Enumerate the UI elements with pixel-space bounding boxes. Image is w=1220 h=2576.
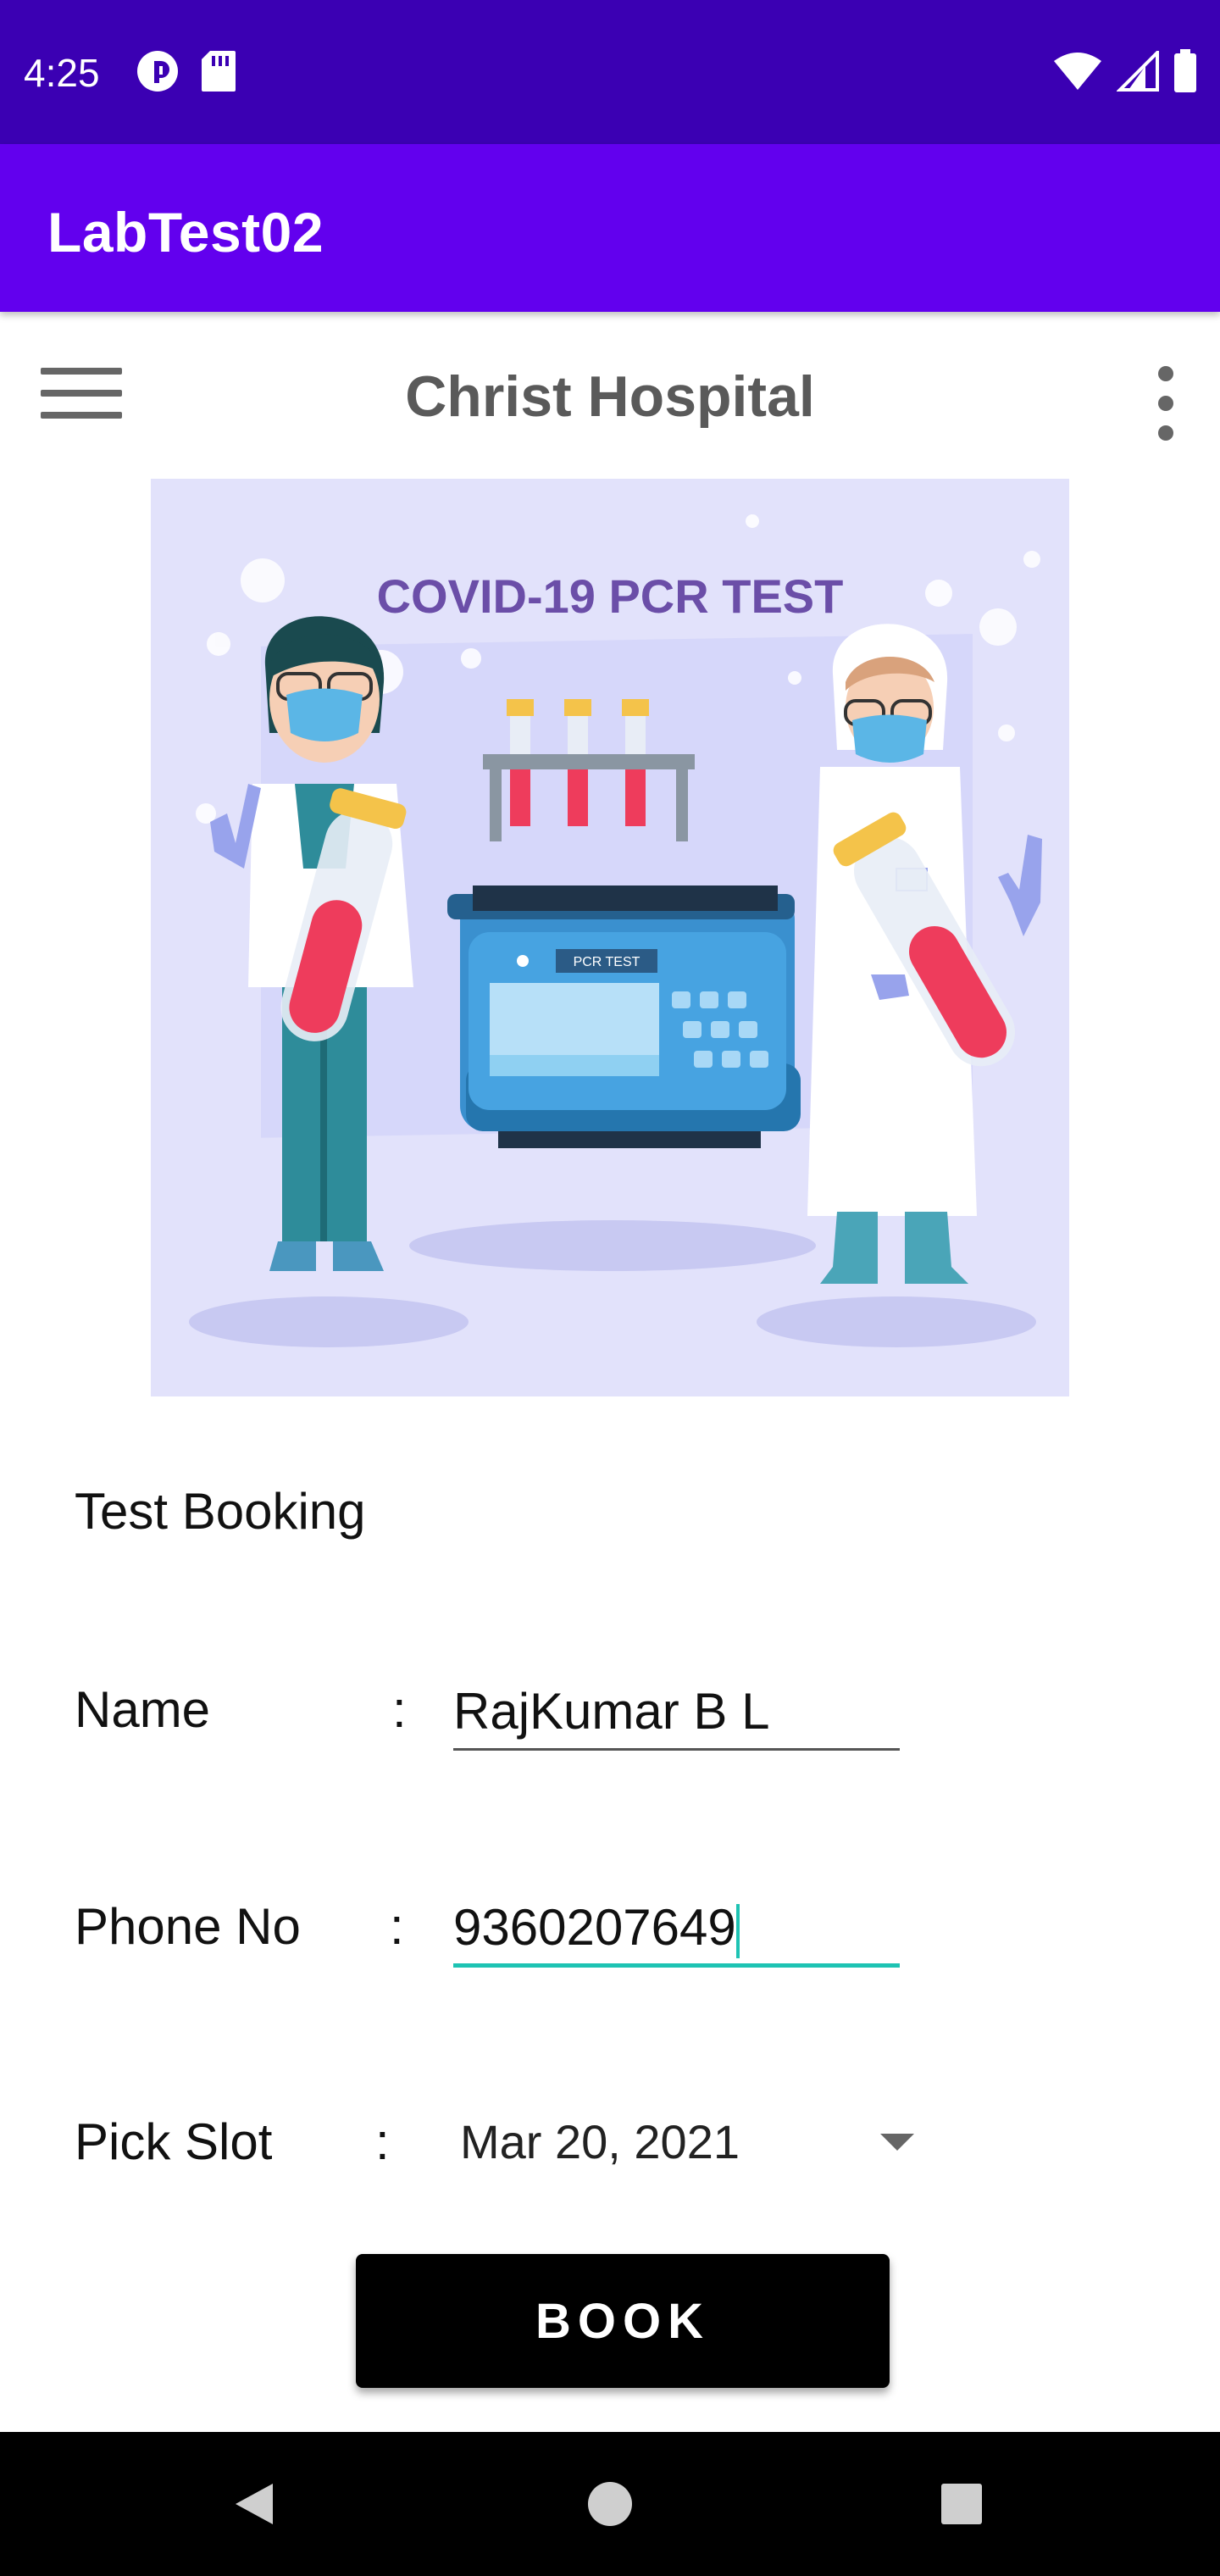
cellular-signal-icon xyxy=(1116,48,1159,96)
text-cursor xyxy=(735,1904,740,1959)
more-vert-icon[interactable] xyxy=(1145,363,1186,444)
sd-card-icon xyxy=(200,49,237,97)
status-right-icons xyxy=(1052,48,1198,97)
name-label: Name xyxy=(75,1681,211,1738)
form-heading: Test Booking xyxy=(75,1483,366,1540)
name-colon: : xyxy=(392,1681,407,1738)
scientist-right-icon xyxy=(807,624,1042,1284)
status-bar: 4:25 xyxy=(0,0,1220,144)
app-title: LabTest02 xyxy=(47,201,324,264)
name-row: Name : xyxy=(75,1674,1142,1781)
page-title: Christ Hospital xyxy=(405,364,815,429)
dropdown-arrow-icon xyxy=(880,2134,914,2151)
phone-colon: : xyxy=(390,1898,404,1955)
status-time: 4:25 xyxy=(24,51,100,95)
phone-row: Phone No : 9360207649 xyxy=(75,1896,1142,1998)
book-button[interactable]: BOOK xyxy=(356,2254,890,2388)
data-saver-icon xyxy=(136,49,180,97)
home-icon[interactable] xyxy=(572,2466,648,2542)
machine-label: PCR TEST xyxy=(574,955,640,969)
slot-value: Mar 20, 2021 xyxy=(460,2115,740,2168)
slot-colon: : xyxy=(375,2113,390,2170)
phone-label: Phone No xyxy=(75,1898,301,1955)
navigation-bar xyxy=(0,2432,1220,2576)
slot-dropdown[interactable]: Mar 20, 2021 xyxy=(460,2112,934,2179)
phone-value: 9360207649 xyxy=(453,1899,736,1956)
wifi-icon xyxy=(1052,51,1103,96)
covid-pcr-illustration: COVID-19 PCR TEST PCR TEST xyxy=(151,479,1069,1396)
name-input[interactable] xyxy=(453,1674,900,1751)
battery-icon xyxy=(1173,49,1198,97)
recents-icon[interactable] xyxy=(923,2466,1000,2542)
toolbar: Christ Hospital xyxy=(0,312,1220,481)
slot-row: Pick Slot : Mar 20, 2021 xyxy=(75,2112,1142,2213)
app-bar: LabTest02 xyxy=(0,144,1220,312)
phone-input[interactable]: 9360207649 xyxy=(453,1891,900,1968)
slot-label: Pick Slot xyxy=(75,2113,273,2170)
status-left-icons xyxy=(136,49,237,97)
back-icon[interactable] xyxy=(216,2466,292,2542)
illustration-caption: COVID-19 PCR TEST xyxy=(377,569,844,623)
